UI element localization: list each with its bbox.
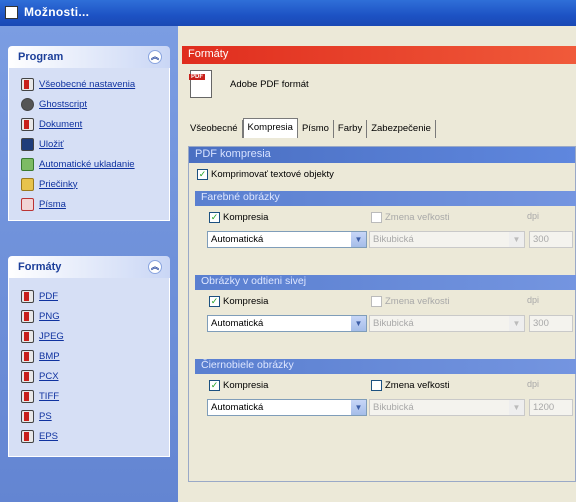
resample-method-select[interactable]: Bikubická ▼ <box>369 315 525 332</box>
format-item-jpeg[interactable]: JPEG <box>21 326 169 346</box>
group-title: Čiernobiele obrázky <box>195 359 576 374</box>
settings-icon <box>21 77 34 91</box>
dropdown-arrow-icon: ▼ <box>509 316 524 331</box>
pdf-file-icon <box>189 70 212 98</box>
compression-checkbox[interactable]: ✓ Kompresia <box>209 296 268 307</box>
grayscale-images-group: Obrázky v odtieni sivej ✓ Kompresia Zmena… <box>195 275 576 351</box>
dpi-label: dpi <box>527 295 540 305</box>
collapse-chevron-icon[interactable]: ︽ <box>148 50 162 64</box>
dropdown-arrow-icon: ▼ <box>509 232 524 247</box>
format-item-pdf[interactable]: PDF <box>21 286 169 306</box>
program-panel-body: Všeobecné nastavenia Ghostscript Dokumen… <box>8 68 170 221</box>
program-item-ghostscript[interactable]: Ghostscript <box>21 94 169 114</box>
program-item-folders[interactable]: Priečinky <box>21 174 169 194</box>
format-info: Adobe PDF formát <box>189 70 309 98</box>
compression-method-select[interactable]: Automatická ▼ <box>207 399 367 416</box>
resize-checkbox[interactable]: Zmena veľkosti <box>371 380 450 391</box>
compress-text-checkbox[interactable]: ✓ Komprimovať textové objekty <box>197 169 334 180</box>
program-taskbox: Program ︽ Všeobecné nastavenia Ghostscri… <box>8 46 170 221</box>
resize-checkbox[interactable]: Zmena veľkosti <box>371 296 450 307</box>
save-icon <box>21 137 34 151</box>
app-icon <box>5 6 18 19</box>
group-title: Obrázky v odtieni sivej <box>195 275 576 290</box>
program-panel-header[interactable]: Program ︽ <box>8 46 170 68</box>
formats-panel-body: PDF PNG JPEG BMP PCX TIFF PS EPS <box>8 278 170 457</box>
formats-panel-title: Formáty <box>18 261 62 273</box>
format-item-pcx[interactable]: PCX <box>21 366 169 386</box>
dpi-input[interactable]: 1200 <box>529 399 573 416</box>
formats-panel-header[interactable]: Formáty ︽ <box>8 256 170 278</box>
compression-checkbox[interactable]: ✓ Kompresia <box>209 212 268 223</box>
window-title: Možnosti... <box>24 5 90 19</box>
printer-icon <box>21 369 34 383</box>
printer-icon <box>21 329 34 343</box>
program-panel-title: Program <box>18 51 64 63</box>
program-item-fonts[interactable]: Písma <box>21 194 169 214</box>
bw-images-group: Čiernobiele obrázky ✓ Kompresia Zmena veľ… <box>195 359 576 435</box>
resample-method-select[interactable]: Bikubická ▼ <box>369 399 525 416</box>
dropdown-arrow-icon: ▼ <box>351 316 366 331</box>
printer-icon <box>21 309 34 323</box>
collapse-chevron-icon[interactable]: ︽ <box>148 260 162 274</box>
tab-colors[interactable]: Farby <box>334 120 368 138</box>
printer-icon <box>21 389 34 403</box>
checkbox-checked-icon: ✓ <box>209 212 220 223</box>
checkbox-checked-icon: ✓ <box>209 380 220 391</box>
printer-icon <box>21 429 34 443</box>
folder-icon <box>21 177 34 191</box>
group-title: Farebné obrázky <box>195 191 576 206</box>
printer-icon <box>21 409 34 423</box>
checkbox-checked-icon: ✓ <box>197 169 208 180</box>
program-item-general-settings[interactable]: Všeobecné nastavenia <box>21 74 169 94</box>
dpi-label: dpi <box>527 379 540 389</box>
format-item-png[interactable]: PNG <box>21 306 169 326</box>
format-item-eps[interactable]: EPS <box>21 426 169 446</box>
document-icon <box>21 117 34 131</box>
ghostscript-icon <box>21 97 34 111</box>
dropdown-arrow-icon: ▼ <box>351 400 366 415</box>
tab-security[interactable]: Zabezpečenie <box>367 120 436 138</box>
main-pane: Formáty Adobe PDF formát Všeobecné Kompr… <box>178 26 576 502</box>
tab-font[interactable]: Písmo <box>298 120 334 138</box>
main-header: Formáty <box>182 46 576 64</box>
dpi-input[interactable]: 300 <box>529 231 573 248</box>
font-icon <box>21 197 34 211</box>
checkbox-unchecked-icon <box>371 296 382 307</box>
left-pane: Program ︽ Všeobecné nastavenia Ghostscri… <box>0 26 178 502</box>
tab-strip: Všeobecné Kompresia Písmo Farby Zabezpeč… <box>186 118 436 138</box>
window-titlebar: Možnosti... <box>0 0 576 26</box>
format-item-tiff[interactable]: TIFF <box>21 386 169 406</box>
dropdown-arrow-icon: ▼ <box>509 400 524 415</box>
auto-save-icon <box>21 157 34 171</box>
program-item-save[interactable]: Uložiť <box>21 134 169 154</box>
compression-checkbox[interactable]: ✓ Kompresia <box>209 380 268 391</box>
compression-method-select[interactable]: Automatická ▼ <box>207 231 367 248</box>
dpi-label: dpi <box>527 211 540 221</box>
checkbox-checked-icon: ✓ <box>209 296 220 307</box>
printer-icon <box>21 349 34 363</box>
format-item-bmp[interactable]: BMP <box>21 346 169 366</box>
dropdown-arrow-icon: ▼ <box>351 232 366 247</box>
resize-checkbox[interactable]: Zmena veľkosti <box>371 212 450 223</box>
formats-taskbox: Formáty ︽ PDF PNG JPEG BMP PCX TIFF PS E… <box>8 256 170 457</box>
checkbox-unchecked-icon <box>371 212 382 223</box>
resample-method-select[interactable]: Bikubická ▼ <box>369 231 525 248</box>
checkbox-unchecked-icon <box>371 380 382 391</box>
section-title: PDF kompresia <box>189 147 575 163</box>
tab-general[interactable]: Všeobecné <box>186 120 243 138</box>
format-item-ps[interactable]: PS <box>21 406 169 426</box>
compression-panel: PDF kompresia ✓ Komprimovať textové objek… <box>188 146 576 482</box>
compression-method-select[interactable]: Automatická ▼ <box>207 315 367 332</box>
program-item-auto-save[interactable]: Automatické ukladanie <box>21 154 169 174</box>
dpi-input[interactable]: 300 <box>529 315 573 332</box>
program-item-document[interactable]: Dokument <box>21 114 169 134</box>
format-name: Adobe PDF formát <box>230 78 309 90</box>
printer-icon <box>21 289 34 303</box>
color-images-group: Farebné obrázky ✓ Kompresia Zmena veľkost… <box>195 191 576 267</box>
tab-compression[interactable]: Kompresia <box>242 118 298 138</box>
